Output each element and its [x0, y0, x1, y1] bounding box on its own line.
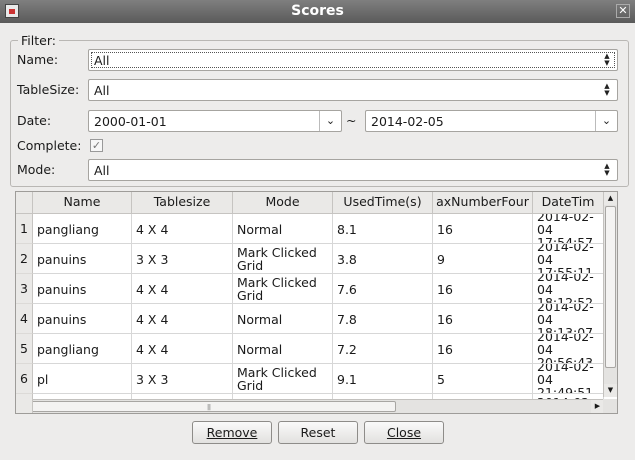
horizontal-scrollbar[interactable]: ◀ ||| ▶: [16, 399, 604, 413]
tablesize-combobox[interactable]: All ▲ ▼: [88, 79, 618, 101]
row-number[interactable]: 5: [16, 334, 33, 364]
tablesize-label: TableSize:: [17, 82, 80, 97]
table-cell[interactable]: 4 X 4: [132, 304, 233, 334]
name-label: Name:: [17, 52, 59, 67]
column-header[interactable]: UsedTime(s): [333, 192, 433, 214]
table-cell[interactable]: Mark Clicked Grid: [233, 364, 333, 394]
table-cell[interactable]: 5: [433, 364, 533, 394]
date-to-picker[interactable]: 2014-02-05 ⌄: [365, 110, 618, 132]
table-cell[interactable]: panuins: [33, 274, 132, 304]
close-button-label: Close: [386, 425, 422, 440]
date-from-picker[interactable]: 2000-01-01 ⌄: [88, 110, 342, 132]
updown-arrows-icon: ▲ ▼: [604, 52, 610, 67]
date-from-value: 2000-01-01: [94, 114, 167, 129]
column-header[interactable]: DateTim: [533, 192, 604, 214]
name-combobox[interactable]: All ▲ ▼: [88, 49, 618, 71]
table-cell[interactable]: 3.8: [333, 244, 433, 274]
mode-label: Mode:: [17, 162, 56, 177]
table-cell[interactable]: Normal: [233, 214, 333, 244]
table-cell[interactable]: panuins: [33, 304, 132, 334]
table-cell[interactable]: 4 X 4: [132, 334, 233, 364]
chevron-down-icon[interactable]: ⌄: [319, 111, 341, 131]
vertical-scrollbar[interactable]: ▲ ▼: [603, 192, 617, 397]
date-to-value: 2014-02-05: [371, 114, 444, 129]
table-cell[interactable]: 2014-02-04 21:49:51: [533, 364, 604, 394]
table-cell[interactable]: pl: [33, 364, 132, 394]
vertical-scroll-thumb[interactable]: [605, 206, 616, 368]
column-header[interactable]: Tablesize: [132, 192, 233, 214]
table-cell[interactable]: 9: [433, 244, 533, 274]
chevron-down-icon[interactable]: ⌄: [595, 111, 617, 131]
table-cell[interactable]: Normal: [233, 334, 333, 364]
table-cell[interactable]: pangliang: [33, 214, 132, 244]
mode-combobox-value: All: [94, 163, 110, 178]
complete-checkbox[interactable]: ✓: [90, 139, 103, 152]
table-cell[interactable]: pangliang: [33, 334, 132, 364]
window-close-button[interactable]: ✕: [616, 4, 630, 18]
remove-button[interactable]: Remove: [192, 421, 272, 444]
column-header[interactable]: Mode: [233, 192, 333, 214]
table-cell[interactable]: 4 X 4: [132, 214, 233, 244]
table-cell[interactable]: 2014-02-04 18:12:52: [533, 274, 604, 304]
window-title: Scores: [291, 3, 344, 19]
tablesize-combobox-value: All: [94, 83, 110, 98]
column-header[interactable]: Name: [33, 192, 132, 214]
date-separator: ~: [346, 113, 357, 128]
table-cell[interactable]: 7.8: [333, 304, 433, 334]
reset-button[interactable]: Reset: [278, 421, 358, 444]
row-number[interactable]: 6: [16, 364, 33, 394]
row-number[interactable]: 3: [16, 274, 33, 304]
horizontal-scroll-thumb[interactable]: |||: [30, 401, 396, 412]
table-cell[interactable]: 16: [433, 334, 533, 364]
row-number[interactable]: [16, 394, 33, 413]
table-cell[interactable]: 3 X 3: [132, 244, 233, 274]
table-cell[interactable]: 2014-02-04 17:54:57: [533, 214, 604, 244]
date-label: Date:: [17, 113, 52, 128]
scroll-up-icon[interactable]: ▲: [604, 192, 617, 205]
title-bar: Scores ✕: [0, 0, 635, 23]
table-cell[interactable]: 16: [433, 214, 533, 244]
table-cell[interactable]: 2014-02-04 18:13:07: [533, 304, 604, 334]
table-cell[interactable]: 2014-02-04 17:55:11: [533, 244, 604, 274]
scroll-down-icon[interactable]: ▼: [604, 384, 617, 397]
mode-combobox[interactable]: All ▲ ▼: [88, 159, 618, 181]
table-corner: [16, 192, 33, 214]
filter-group-title: Filter:: [18, 33, 59, 48]
table-cell[interactable]: Mark Clicked Grid: [233, 244, 333, 274]
grip-icon: |||: [207, 404, 211, 411]
scroll-corner: [603, 399, 617, 413]
close-button[interactable]: Close: [364, 421, 444, 444]
focus-ring: [91, 52, 615, 68]
table-cell[interactable]: 16: [433, 304, 533, 334]
complete-label: Complete:: [17, 138, 82, 153]
table-cell[interactable]: 4 X 4: [132, 274, 233, 304]
row-number[interactable]: 4: [16, 304, 33, 334]
updown-arrows-icon: ▲ ▼: [604, 162, 610, 177]
table-cell[interactable]: 16: [433, 274, 533, 304]
table-cell[interactable]: Normal: [233, 304, 333, 334]
table-cell[interactable]: panuins: [33, 244, 132, 274]
table-cell[interactable]: 9.1: [333, 364, 433, 394]
table-cell[interactable]: Mark Clicked Grid: [233, 274, 333, 304]
reset-button-label: Reset: [300, 425, 336, 440]
table-cell[interactable]: 7.2: [333, 334, 433, 364]
scores-table[interactable]: pangliang 4 X 4 Normal 8.1 16 2014-02-04 17:5…: [15, 191, 618, 414]
table-cell[interactable]: 2014-02-04 20:56:43: [533, 334, 604, 364]
row-number[interactable]: 2: [16, 244, 33, 274]
table-cell[interactable]: 8.1: [333, 214, 433, 244]
row-number[interactable]: 1: [16, 214, 33, 244]
column-header[interactable]: axNumberFour: [433, 192, 533, 214]
name-combobox-value: All: [94, 53, 110, 68]
updown-arrows-icon: ▲ ▼: [604, 82, 610, 97]
remove-button-label: Remove: [206, 425, 258, 440]
table-cell[interactable]: 3 X 3: [132, 364, 233, 394]
table-cell[interactable]: 7.6: [333, 274, 433, 304]
